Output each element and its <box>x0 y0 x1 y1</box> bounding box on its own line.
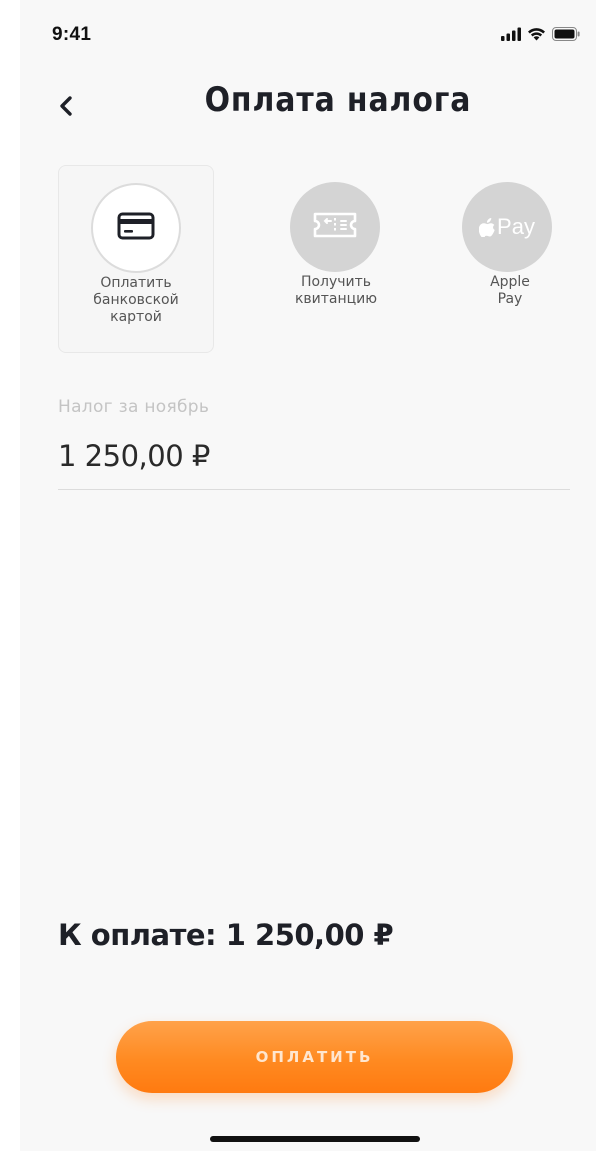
total-amount: К оплате: 1 250,00 ₽ <box>58 918 394 952</box>
option-label: Получить квитанцию <box>294 274 378 307</box>
option-label: Apple Pay <box>490 274 530 307</box>
amount-field-label: Налог за ноябрь <box>58 397 210 417</box>
status-icons <box>501 26 580 44</box>
cellular-signal-icon <box>501 26 521 45</box>
page-title: Оплата налога <box>204 80 472 120</box>
option-icon-circle <box>91 183 181 273</box>
status-bar: 9:41 <box>20 0 596 70</box>
wifi-icon <box>527 26 546 45</box>
pay-button[interactable]: ОПЛАТИТЬ <box>116 1021 513 1093</box>
amount-field-underline <box>58 489 570 490</box>
ticket-icon <box>311 210 359 244</box>
option-get-receipt[interactable]: Получить квитанцию <box>242 165 398 353</box>
back-button[interactable] <box>46 88 86 128</box>
pay-button-label: ОПЛАТИТЬ <box>255 1048 374 1066</box>
option-icon-circle <box>290 182 380 272</box>
option-apple-pay[interactable]: Pay Apple Pay <box>420 165 576 353</box>
payment-options: Оплатить банковской картой Получить квит… <box>58 165 578 355</box>
credit-card-icon <box>117 212 155 244</box>
home-indicator <box>210 1136 420 1142</box>
apple-pay-text: Pay <box>497 214 535 239</box>
amount-field[interactable]: 1 250,00 ₽ <box>58 439 210 473</box>
chevron-left-icon <box>58 95 74 121</box>
option-label: Оплатить банковской картой <box>93 275 179 325</box>
option-icon-circle: Pay <box>462 182 552 272</box>
status-time: 9:41 <box>52 24 92 45</box>
option-pay-by-card[interactable]: Оплатить банковской картой <box>58 165 214 353</box>
screen: 9:41 Оплата налога Оплатить банковской к… <box>20 0 596 1151</box>
apple-pay-icon: Pay <box>479 214 535 240</box>
battery-icon <box>552 26 580 45</box>
